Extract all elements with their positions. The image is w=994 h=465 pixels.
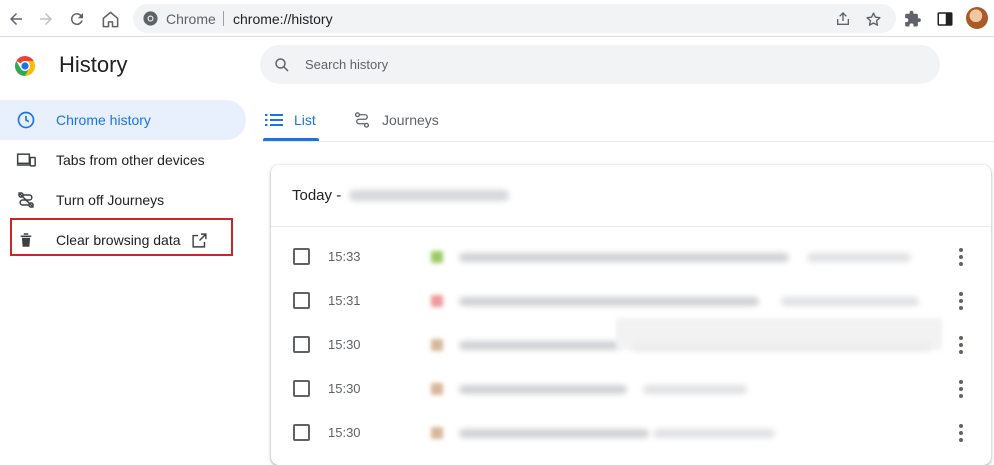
blurred-domain: [807, 253, 911, 262]
journeys-off-icon: [15, 189, 37, 211]
more-actions-button[interactable]: [951, 378, 971, 400]
row-time: 15:30: [328, 425, 361, 440]
row-time: 15:30: [328, 337, 361, 352]
blurred-title[interactable]: [459, 253, 789, 262]
bookmark-button[interactable]: [862, 8, 884, 30]
list-icon: [263, 111, 285, 129]
more-actions-button[interactable]: [951, 290, 971, 312]
tab-label: Journeys: [382, 112, 439, 128]
star-icon: [865, 11, 881, 26]
browser-toolbar: Chrome chrome://history: [0, 0, 994, 37]
clock-icon: [15, 109, 37, 131]
row-checkbox[interactable]: [293, 336, 310, 353]
profile-avatar[interactable]: [966, 7, 988, 29]
reload-button[interactable]: [65, 7, 89, 31]
history-card: Today - 15:33 15:31 15:30 15:30 15:30: [271, 165, 991, 465]
sidebar-item-label: Clear browsing data: [56, 232, 181, 248]
search-bar[interactable]: [260, 45, 940, 84]
site-favicon: [431, 251, 443, 263]
blurred-domain: [643, 385, 747, 394]
back-button[interactable]: [4, 7, 28, 31]
search-input[interactable]: [305, 45, 905, 84]
row-time: 15:33: [328, 249, 361, 264]
arrow-right-icon: [40, 13, 52, 25]
sidebar-item-turn-off-journeys[interactable]: Turn off Journeys: [0, 180, 246, 220]
history-group-header: Today -: [271, 165, 991, 227]
blurred-tooltip: [616, 318, 942, 350]
home-button[interactable]: [98, 7, 122, 31]
open-in-new-icon: [191, 231, 209, 249]
site-favicon: [431, 295, 443, 307]
tab-label: List: [294, 112, 316, 128]
row-checkbox[interactable]: [293, 424, 310, 441]
more-actions-button[interactable]: [951, 334, 971, 356]
row-checkbox[interactable]: [293, 292, 310, 309]
sidebar-item-chrome-history[interactable]: Chrome history: [0, 100, 246, 140]
sidebar-item-label: Tabs from other devices: [56, 152, 205, 168]
sidebar-item-tabs-from-other-devices[interactable]: Tabs from other devices: [0, 140, 246, 180]
sidebar-item-clear-browsing-data[interactable]: Clear browsing data: [0, 220, 246, 260]
history-row[interactable]: 15:31: [271, 279, 991, 323]
extensions-button[interactable]: [901, 7, 925, 31]
side-panel-button[interactable]: [933, 7, 957, 31]
blurred-title[interactable]: [459, 385, 627, 394]
devices-icon: [15, 149, 37, 171]
blurred-title[interactable]: [459, 297, 759, 306]
blurred-domain: [781, 297, 919, 306]
blurred-date: [349, 190, 510, 201]
row-checkbox[interactable]: [293, 248, 310, 265]
site-favicon: [431, 427, 443, 439]
site-favicon: [431, 339, 443, 351]
side-panel-icon: [937, 12, 953, 26]
tab-journeys[interactable]: Journeys: [351, 98, 439, 142]
omnibox-url[interactable]: chrome://history: [233, 11, 333, 27]
row-checkbox[interactable]: [293, 380, 310, 397]
search-icon: [275, 58, 289, 72]
sidebar-item-label: Turn off Journeys: [56, 192, 165, 208]
tabs-divider: [263, 141, 994, 142]
chrome-logo-icon: [15, 56, 35, 76]
reload-icon: [70, 13, 83, 26]
trash-icon: [15, 229, 37, 251]
blurred-title[interactable]: [459, 341, 619, 350]
history-row[interactable]: 15:30: [271, 367, 991, 411]
sidebar: Chrome history Tabs from other devices T…: [0, 100, 246, 260]
blurred-domain: [653, 429, 775, 438]
history-row[interactable]: 15:33: [271, 235, 991, 279]
history-row[interactable]: 15:30: [271, 411, 991, 455]
omnibox[interactable]: Chrome chrome://history: [133, 4, 896, 33]
sidebar-item-label: Chrome history: [56, 112, 151, 128]
tab-list[interactable]: List: [263, 98, 316, 142]
more-actions-button[interactable]: [951, 422, 971, 444]
journeys-icon: [351, 111, 373, 129]
more-actions-button[interactable]: [951, 246, 971, 268]
home-icon: [102, 11, 118, 27]
share-icon: [837, 12, 849, 25]
share-button[interactable]: [832, 8, 854, 30]
puzzle-icon: [905, 10, 921, 27]
row-time: 15:30: [328, 381, 361, 396]
page-title: History: [59, 52, 128, 77]
history-group-label: Today -: [292, 187, 342, 204]
row-time: 15:31: [328, 293, 361, 308]
site-favicon: [431, 383, 443, 395]
omnibox-site-label: Chrome: [166, 11, 216, 27]
chrome-site-icon: [143, 11, 158, 26]
forward-button[interactable]: [34, 7, 58, 31]
blurred-title[interactable]: [459, 429, 649, 438]
arrow-left-icon: [10, 13, 22, 25]
omnibox-separator: [223, 11, 224, 26]
